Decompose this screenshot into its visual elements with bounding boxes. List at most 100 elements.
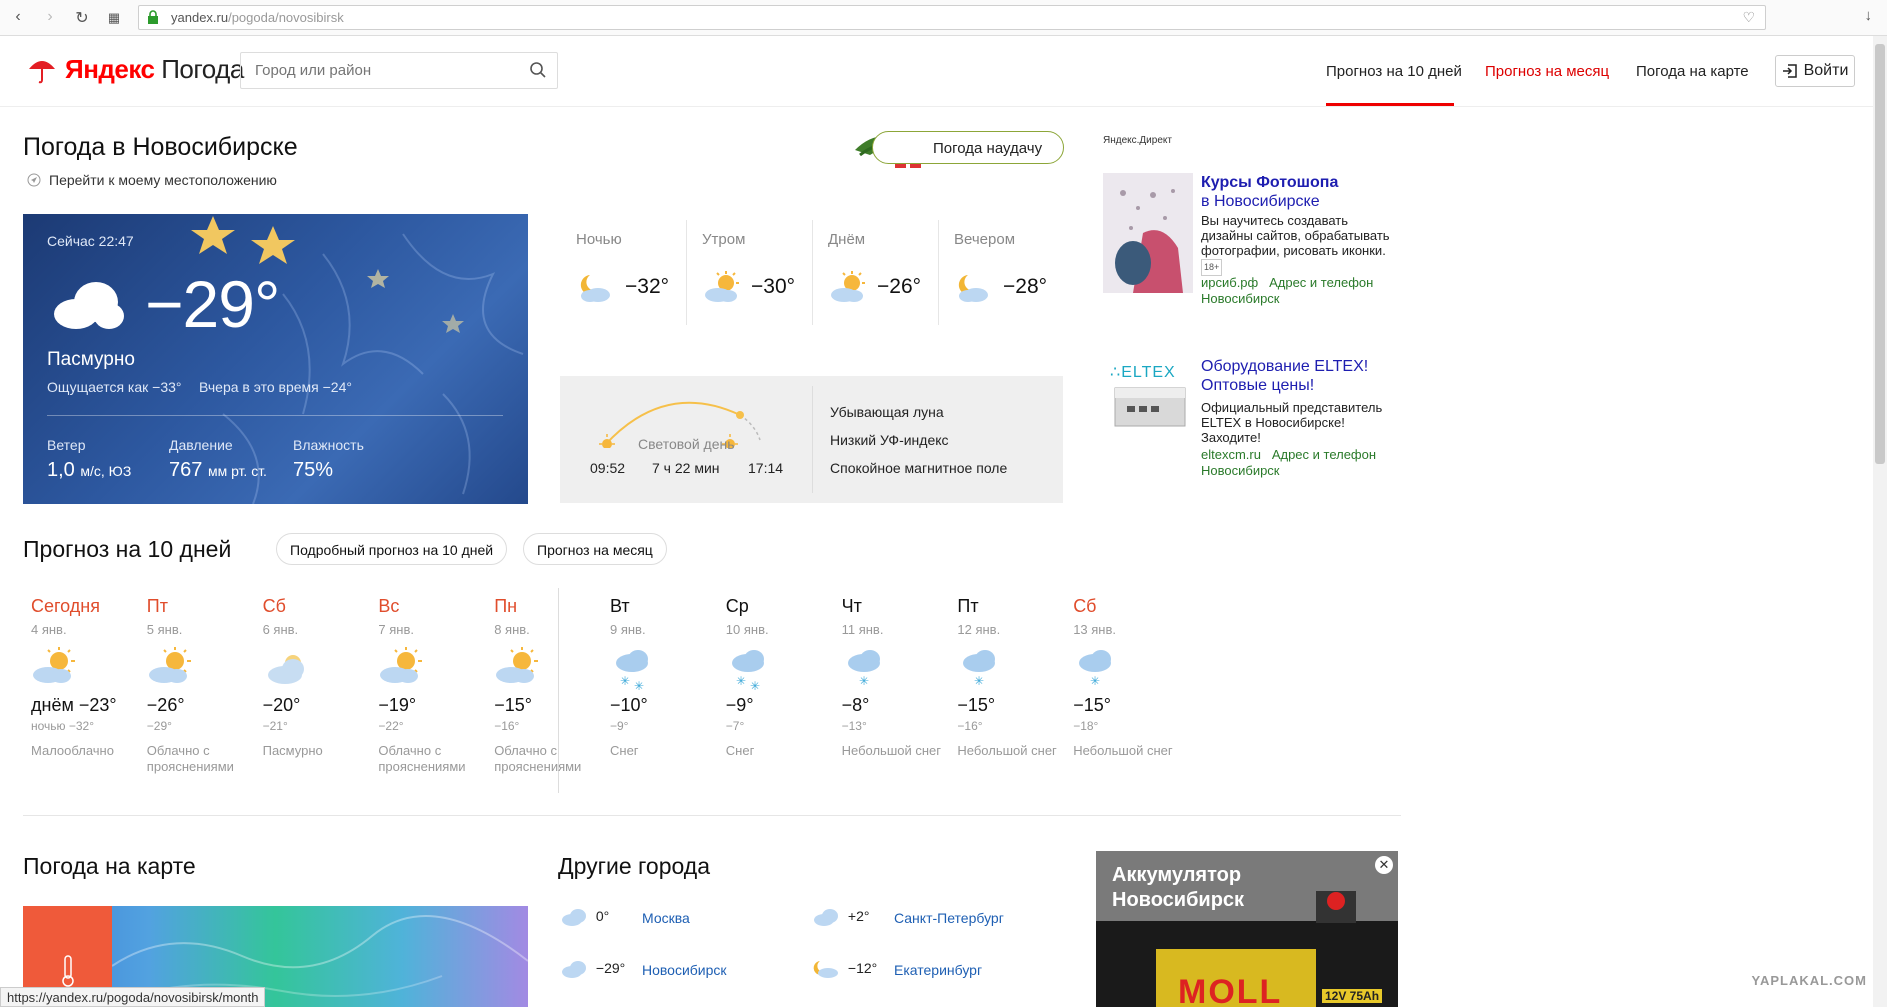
daypart-name: Днём	[828, 231, 866, 248]
ad1-title-sub[interactable]: в Новосибирске	[1201, 193, 1320, 210]
humidity-label: Влажность	[293, 437, 364, 453]
yesterday-temp: Вчера в это время −24°	[199, 379, 352, 395]
forecast-day[interactable]: Сегодня 4 янв. днём −23° ночью −32° Малообла…	[31, 596, 161, 759]
forecast-day[interactable]: Чт 11 янв. ✳ −8° −13° Небольшой снег	[842, 596, 972, 759]
section-divider	[23, 815, 1401, 816]
ad2-title-main[interactable]: Оборудование ELTEX!	[1201, 358, 1368, 375]
sun-cloud-icon	[147, 647, 277, 693]
forecast-date: 11 янв.	[841, 622, 884, 637]
daylight-panel: Световой день 09:52 7 ч 22 мин 17:14 Убы…	[560, 376, 1063, 503]
city-row[interactable]: −29° Новосибирск	[560, 959, 727, 979]
sunset-time: 17:14	[748, 460, 784, 476]
logo-brand: Яндекс	[65, 54, 155, 84]
cloud-icon	[562, 909, 586, 926]
detailed-forecast-button[interactable]: Подробный прогноз на 10 дней	[276, 533, 508, 565]
forecast-day-temp: −9°	[725, 695, 754, 715]
pressure-number: 767	[169, 459, 203, 481]
divider	[47, 415, 503, 416]
favorite-icon[interactable]: ♡	[1742, 9, 1755, 26]
city-name[interactable]: Новосибирск	[642, 962, 727, 978]
random-weather-button[interactable]: Погода наудачу	[872, 131, 1064, 164]
daypart-evening[interactable]: Вечером −28°	[938, 228, 1058, 326]
nav-weather-map[interactable]: Погода на карте	[1636, 63, 1749, 80]
active-nav-underline	[1326, 103, 1454, 106]
city-row[interactable]: −12° Екатеринбург	[812, 959, 982, 979]
scrollbar[interactable]	[1873, 36, 1887, 1007]
city-name[interactable]: Москва	[642, 910, 690, 926]
login-button[interactable]: Войти	[1775, 55, 1855, 87]
forecast-condition: Облачно с прояснениями	[146, 743, 234, 774]
ad2-links[interactable]: eltexcm.ru Адрес и телефон Новосибирск	[1201, 447, 1376, 479]
city-name[interactable]: Санкт-Петербург	[894, 910, 1004, 926]
city-row[interactable]: +2° Санкт-Петербург	[812, 907, 1004, 927]
scrollbar-thumb[interactable]	[1875, 44, 1885, 464]
forecast-condition: Небольшой снег	[957, 743, 1057, 758]
ad2-contact[interactable]: Адрес и телефон	[1272, 447, 1376, 462]
forecast-condition: Облачно с прояснениями	[494, 743, 582, 774]
nav-forecast-10-days[interactable]: Прогноз на 10 дней	[1326, 63, 1462, 80]
ad1-title-main[interactable]: Курсы Фотошопа	[1201, 174, 1338, 191]
download-icon[interactable]: ↓	[1865, 7, 1873, 24]
forecast-day-temp: −8°	[841, 695, 870, 715]
forecast-day[interactable]: Сб 6 янв. −20° −21° Пасмурно	[263, 596, 393, 759]
forecast-day[interactable]: Пн 8 янв. −15° −16° Облачно с прояснениями	[494, 596, 624, 775]
forecast-condition: Снег	[610, 743, 639, 758]
forecast-condition: Снег	[725, 743, 755, 758]
feels-like: Ощущается как −33°	[47, 379, 182, 395]
location-icon	[27, 173, 41, 187]
daypart-night[interactable]: Ночью −32°	[560, 228, 680, 326]
search-box[interactable]	[240, 52, 558, 89]
month-forecast-button[interactable]: Прогноз на месяц	[523, 533, 667, 565]
close-icon[interactable]: ✕	[1375, 856, 1393, 874]
forecast-day-temp: −19°	[378, 695, 417, 715]
search-input[interactable]	[255, 62, 515, 79]
forecast-day-temp: −15°	[494, 695, 532, 715]
login-label: Войти	[1803, 62, 1849, 79]
ad-photo[interactable]	[1103, 173, 1193, 293]
login-icon	[1782, 64, 1797, 78]
uv-index: Низкий УФ-индекс	[830, 432, 949, 448]
ad1-links[interactable]: ирсиб.рф Адрес и телефон Новосибирск	[1201, 275, 1373, 307]
city-row[interactable]: 0° Москва	[560, 907, 690, 927]
wind-speed: 1,0	[47, 459, 75, 481]
thermometer-icon	[62, 955, 74, 987]
ad1-title[interactable]: Курсы Фотошопа в Новосибирске	[1201, 173, 1338, 211]
forecast-day-temp: днём −23°	[31, 695, 117, 715]
grid-icon[interactable]: ▦	[104, 10, 124, 26]
forecast-day[interactable]: Пт 5 янв. −26° −29° Облачно с прояснениями	[147, 596, 277, 775]
nav-forecast-month[interactable]: Прогноз на месяц	[1485, 63, 1609, 80]
logo[interactable]: Яндекс Погода	[27, 54, 244, 85]
sun-cloud-icon	[705, 271, 739, 302]
forecast-day[interactable]: Ср 10 янв. ✳ ✳ −9° −7° Снег	[726, 596, 856, 759]
city-temp: −29°	[595, 959, 626, 976]
forecast-day-temp: −20°	[262, 695, 301, 715]
url-text: yandex.ru/pogoda/novosibirsk	[171, 10, 344, 25]
reload-icon[interactable]: ↻	[72, 8, 92, 28]
forecast-day[interactable]: Сб 13 янв. ✳ −15° −18° Небольшой снег	[1073, 596, 1203, 759]
forecast-day[interactable]: Вс 7 янв. −19° −22° Облачно с прояснениями	[378, 596, 508, 775]
forecast-night-temp: −21°	[262, 719, 288, 733]
ad2-title-sub[interactable]: Оптовые цены!	[1201, 377, 1314, 394]
url-path: /pogoda/novosibirsk	[228, 10, 344, 25]
ad1-domain[interactable]: ирсиб.рф	[1201, 275, 1258, 290]
ad2-title[interactable]: Оборудование ELTEX! Оптовые цены!	[1201, 357, 1368, 395]
browser-toolbar: ‹ › ↻ ▦ yandex.ru/pogoda/novosibirsk ♡ ↓	[0, 0, 1887, 36]
battery-ad-banner[interactable]: Аккумулятор Новосибирск MOLL 12V 75Ah ✕	[1096, 851, 1398, 1007]
ad1-contact[interactable]: Адрес и телефон	[1269, 275, 1373, 290]
forecast-condition: Пасмурно	[262, 743, 323, 758]
daypart-morning[interactable]: Утром −30°	[686, 228, 806, 326]
address-bar[interactable]: yandex.ru/pogoda/novosibirsk ♡	[138, 5, 1766, 30]
city-name[interactable]: Екатеринбург	[894, 962, 982, 978]
forecast-night-temp: −18°	[1073, 719, 1099, 733]
forecast-day[interactable]: Пт 12 янв. ✳ −15° −16° Небольшой снег	[957, 596, 1087, 759]
banner-title: Аккумулятор Новосибирск	[1112, 863, 1244, 913]
ad2-domain[interactable]: eltexcm.ru	[1201, 447, 1261, 462]
sun-cloud-icon	[31, 647, 161, 693]
geo-link[interactable]: Перейти к моему местоположению	[27, 172, 277, 188]
forecast-day[interactable]: Вт 9 янв. ✳ ✳ −10° −9° Снег	[610, 596, 740, 759]
back-icon[interactable]: ‹	[8, 8, 28, 26]
search-icon[interactable]	[529, 61, 547, 79]
forecast-night-temp: −29°	[146, 719, 172, 733]
forward-icon[interactable]: ›	[40, 8, 60, 26]
daypart-day[interactable]: Днём −26°	[812, 228, 932, 326]
